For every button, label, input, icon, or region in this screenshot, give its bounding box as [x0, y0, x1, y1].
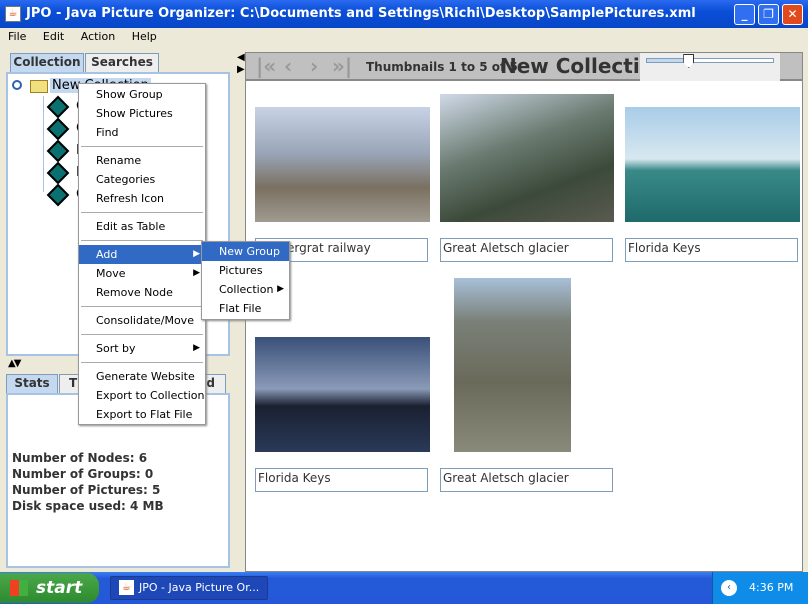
picture-node-icon — [46, 95, 70, 119]
splitter-arrows-icon[interactable]: ▲▼ — [8, 358, 21, 369]
taskbar: start ☕ JPO - Java Picture Or... ‹ 4:36 … — [0, 572, 808, 604]
thumbnail-image-5[interactable] — [454, 278, 571, 452]
tab-searches[interactable]: Searches — [85, 53, 159, 72]
stat-groups: Number of Groups: 0 — [12, 467, 154, 481]
menu-item-export-to-collection[interactable]: Export to Collection — [79, 386, 205, 405]
stat-disk: Disk space used: 4 MB — [12, 499, 164, 513]
thumbnail-image-4[interactable] — [255, 337, 430, 452]
submenu-arrow-icon: ▶ — [277, 284, 284, 294]
thumbnail-image-2[interactable] — [440, 94, 614, 222]
close-button[interactable]: ✕ — [782, 4, 803, 25]
next-icon[interactable]: › — [310, 54, 318, 78]
stat-nodes: Number of Nodes: 6 — [12, 451, 148, 465]
java-app-icon: ☕ — [5, 6, 21, 22]
menu-item-remove-node[interactable]: Remove Node — [79, 283, 205, 302]
folder-icon — [30, 80, 48, 93]
menu-item-export-to-flat-file[interactable]: Export to Flat File — [79, 405, 205, 424]
menu-item-move[interactable]: Move ▶ — [79, 264, 205, 283]
menu-item-generate-website[interactable]: Generate Website — [79, 367, 205, 386]
thumbnail-status: Thumbnails 1 to 5 of 5 — [366, 60, 518, 74]
first-icon[interactable]: |« — [256, 54, 276, 78]
menu-item-pictures[interactable]: Pictures — [202, 261, 289, 280]
menu-item-find[interactable]: Find — [79, 123, 205, 142]
menu-item-rename[interactable]: Rename — [79, 151, 205, 170]
menu-action[interactable]: Action — [81, 30, 115, 43]
window-title: JPO - Java Picture Organizer: C:\Documen… — [26, 6, 696, 21]
submenu-arrow-icon: ▶ — [193, 343, 200, 353]
tab-collection[interactable]: Collection — [10, 53, 84, 72]
menu-edit[interactable]: Edit — [43, 30, 64, 43]
menu-item-consolidate-move[interactable]: Consolidate/Move — [79, 311, 205, 330]
menu-file[interactable]: File — [8, 30, 26, 43]
picture-node-icon — [46, 183, 70, 207]
menu-item-show-pictures[interactable]: Show Pictures — [79, 104, 205, 123]
zoom-slider[interactable] — [640, 53, 780, 81]
submenu-arrow-icon: ▶ — [193, 268, 200, 278]
context-menu: Show Group Show Pictures Find Rename Cat… — [78, 83, 206, 425]
previous-icon[interactable]: ‹ — [284, 54, 292, 78]
maximize-button[interactable]: ❐ — [758, 4, 779, 25]
menu-item-collection[interactable]: Collection ▶ — [202, 280, 289, 299]
menu-item-refresh-icon[interactable]: Refresh Icon — [79, 189, 205, 208]
splitter-arrows-icon[interactable]: ◀ ▶ — [237, 52, 245, 76]
java-app-icon: ☕ — [119, 580, 134, 595]
tab-stats[interactable]: Stats — [6, 374, 58, 393]
menu-item-categories[interactable]: Categories — [79, 170, 205, 189]
picture-node-icon — [46, 161, 70, 185]
thumbnail-image-1[interactable] — [255, 107, 430, 222]
title-bar: ☕ JPO - Java Picture Organizer: C:\Docum… — [0, 0, 808, 28]
add-submenu: New Group Pictures Collection ▶ Flat File — [201, 241, 290, 320]
thumbnail-toolbar: |« ‹ › »| Thumbnails 1 to 5 of 5 New Col… — [246, 53, 802, 81]
tree-handle-icon[interactable] — [12, 80, 22, 90]
last-icon[interactable]: »| — [332, 54, 352, 78]
thumbnail-caption[interactable]: Great Aletsch glacier — [440, 468, 613, 492]
windows-logo-icon — [10, 580, 28, 596]
menu-bar: File Edit Action Help — [0, 28, 808, 46]
thumbnail-image-3[interactable] — [625, 107, 800, 222]
menu-item-edit-as-table[interactable]: Edit as Table — [79, 217, 205, 236]
thumbnail-caption[interactable]: Florida Keys — [255, 468, 428, 492]
menu-help[interactable]: Help — [132, 30, 157, 43]
menu-item-sort-by[interactable]: Sort by ▶ — [79, 339, 205, 358]
menu-item-flat-file[interactable]: Flat File — [202, 299, 289, 318]
thumbnail-caption[interactable]: Great Aletsch glacier — [440, 238, 613, 262]
picture-node-icon — [46, 139, 70, 163]
taskbar-task-jpo[interactable]: ☕ JPO - Java Picture Or... — [110, 576, 268, 600]
minimize-button[interactable]: _ — [734, 4, 755, 25]
stat-pictures: Number of Pictures: 5 — [12, 483, 161, 497]
menu-item-new-group[interactable]: New Group — [202, 242, 289, 261]
tray-expand-icon[interactable]: ‹ — [721, 580, 737, 596]
start-button[interactable]: start — [0, 573, 99, 603]
menu-item-show-group[interactable]: Show Group — [79, 85, 205, 104]
clock: 4:36 PM — [749, 581, 794, 594]
thumbnail-caption[interactable]: Florida Keys — [625, 238, 798, 262]
slider-thumb[interactable] — [683, 54, 695, 68]
system-tray: ‹ 4:36 PM — [712, 572, 808, 604]
picture-node-icon — [46, 117, 70, 141]
menu-item-add[interactable]: Add ▶ — [79, 245, 205, 264]
submenu-arrow-icon: ▶ — [193, 249, 200, 259]
